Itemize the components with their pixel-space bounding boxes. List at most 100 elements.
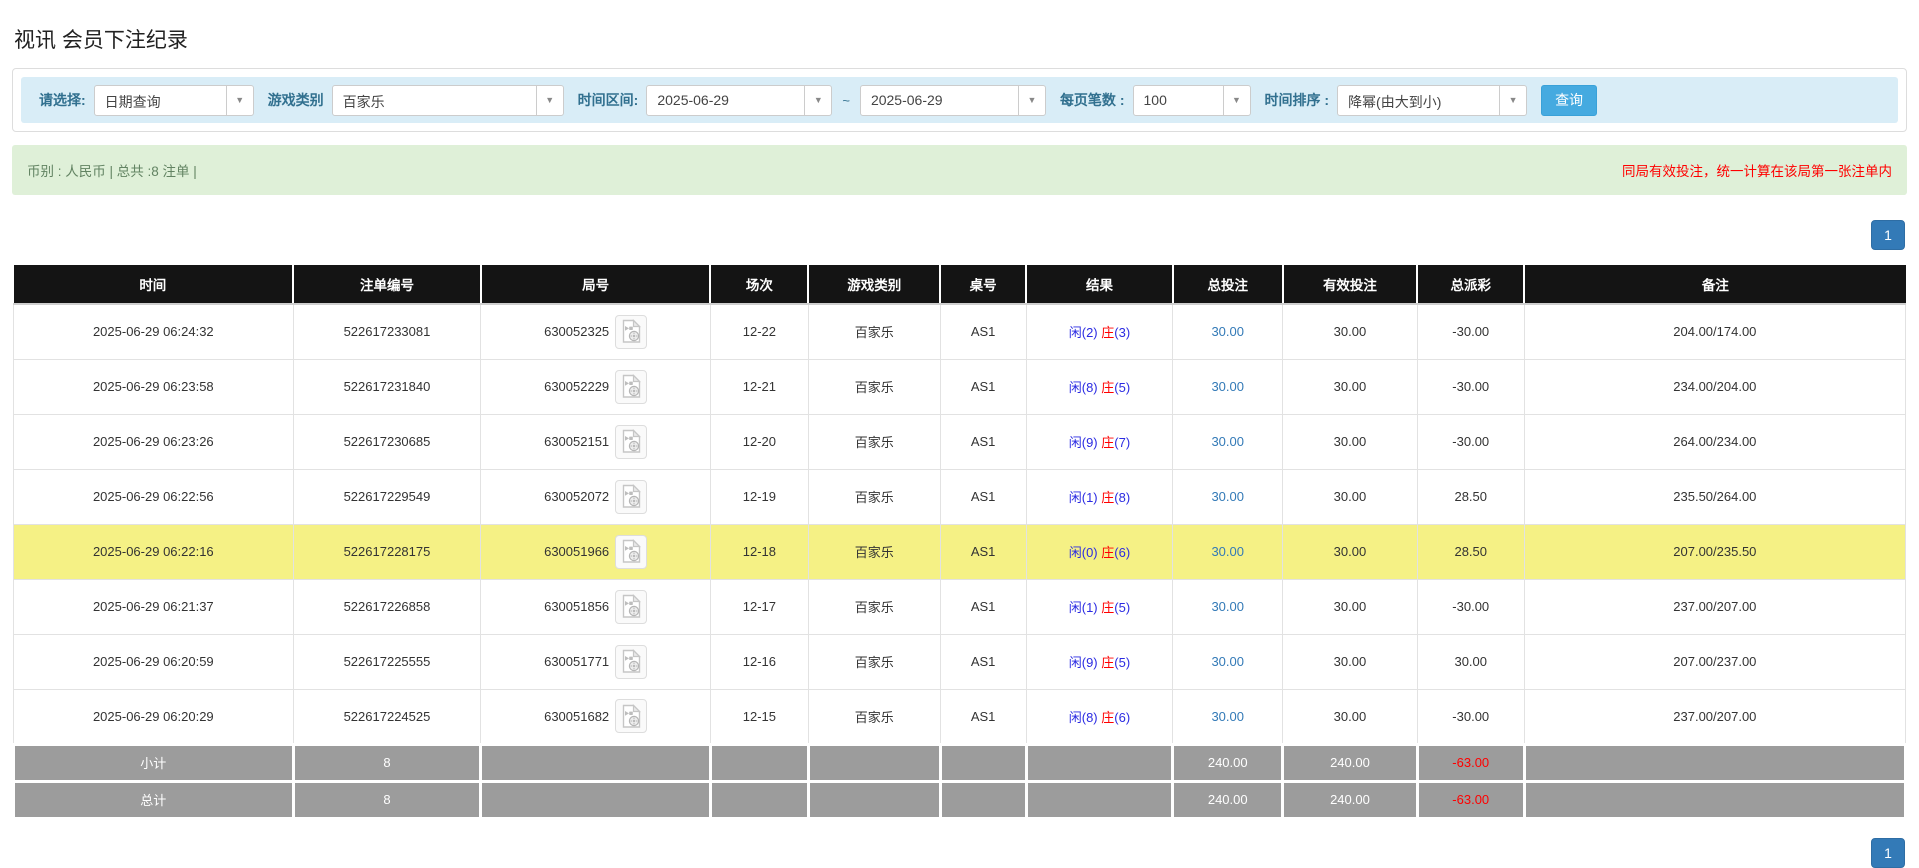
summary-cell: -63.00 — [1415, 742, 1526, 783]
search-button[interactable]: 查询 — [1541, 84, 1598, 116]
video-replay-icon — [622, 539, 642, 563]
game-category-label: 游戏类别 — [267, 92, 324, 108]
video-replay-button[interactable] — [615, 699, 648, 733]
round-number: 630051966 — [544, 544, 610, 559]
table-row: 2025-06-29 06:20:59 522617225555 6300517… — [13, 633, 1907, 690]
cell-bet-id: 522617228175 — [292, 523, 482, 580]
query-type-value: 日期查询 — [104, 93, 161, 110]
column-header: 结果 — [1025, 265, 1173, 305]
total-bet-link[interactable]: 30.00 — [1211, 379, 1244, 394]
summary-cell — [938, 742, 1028, 783]
total-bet-link[interactable]: 30.00 — [1211, 324, 1244, 339]
page-1-button[interactable]: 1 — [1871, 220, 1905, 250]
video-replay-icon — [622, 319, 642, 343]
table-row: 2025-06-29 06:23:26 522617230685 6300521… — [13, 413, 1907, 470]
summary-cell — [806, 779, 942, 820]
cell-result: 闲(8) 庄(6) — [1025, 688, 1174, 745]
video-replay-icon — [622, 703, 642, 728]
query-type-select[interactable]: 日期查询 ▼ — [93, 84, 254, 116]
round-number: 630052229 — [544, 379, 610, 394]
summary-cell — [479, 742, 712, 783]
summary-bar: 币别 : 人民币 | 总共 :8 注单 | 同局有效投注，统一计算在该局第一张注… — [12, 145, 1907, 195]
result-banker-score: (5) — [1114, 655, 1131, 670]
column-header: 有效投注 — [1281, 265, 1418, 305]
column-header: 场次 — [709, 265, 809, 305]
date-to-select[interactable]: 2025-06-29 ▼ — [859, 84, 1046, 116]
summary-cell — [708, 742, 810, 783]
chevron-down-icon[interactable]: ▼ — [225, 85, 253, 115]
pagination-bottom: 1 — [12, 837, 1905, 868]
cell-valid-bet: 30.00 — [1282, 523, 1418, 580]
table-footer: 小计 8 240.00 240.00 -63.00 总计 8 240.00 240.00 -63.… — [12, 742, 1908, 820]
total-bet-link[interactable]: 30.00 — [1211, 654, 1244, 669]
summary-cell — [938, 779, 1028, 820]
total-bet-link[interactable]: 30.00 — [1211, 434, 1244, 449]
result-banker-score: (3) — [1114, 325, 1131, 341]
cell-payout: -30.00 — [1416, 578, 1525, 635]
video-replay-button[interactable] — [615, 424, 648, 459]
result-player: 闲(1) — [1068, 490, 1098, 505]
cell-total-bet: 30.00 — [1172, 633, 1284, 690]
video-replay-button[interactable] — [615, 479, 648, 514]
result-banker: 庄 — [1101, 325, 1115, 341]
cell-session: 12-18 — [709, 523, 809, 580]
cell-session: 12-15 — [709, 688, 809, 745]
cell-payout: -30.00 — [1416, 303, 1525, 360]
video-replay-button[interactable] — [615, 644, 648, 679]
total-bet-link[interactable]: 30.00 — [1211, 599, 1244, 614]
per-page-label: 每页笔数 : — [1059, 92, 1125, 108]
column-header: 总派彩 — [1416, 265, 1525, 305]
cell-result: 闲(0) 庄(6) — [1025, 523, 1174, 580]
cell-payout: -30.00 — [1416, 358, 1525, 415]
cell-round: 630051856 — [480, 578, 711, 635]
time-sort-select[interactable]: 降幂(由大到小) ▼ — [1337, 84, 1528, 116]
table-summary-row: 总计 8 240.00 240.00 -63.00 — [12, 779, 1908, 820]
game-category-select[interactable]: 百家乐 ▼ — [331, 84, 564, 116]
video-replay-icon — [622, 649, 642, 673]
date-from-select[interactable]: 2025-06-29 ▼ — [646, 84, 833, 116]
round-number: 630051856 — [544, 599, 610, 614]
total-bet-link[interactable]: 30.00 — [1211, 709, 1244, 724]
cell-remark: 264.00/234.00 — [1523, 413, 1907, 470]
summary-cell — [1024, 779, 1175, 820]
filter-bar: 请选择: 日期查询 ▼ 游戏类别 百家乐 ▼ 时间区间: 2025-06-29 … — [21, 77, 1898, 123]
summary-cell: 8 — [291, 742, 483, 783]
chevron-down-icon[interactable]: ▼ — [1499, 85, 1526, 115]
video-replay-button[interactable] — [615, 314, 648, 349]
chevron-down-icon[interactable]: ▼ — [1222, 85, 1250, 115]
chevron-down-icon[interactable]: ▼ — [804, 85, 831, 115]
cell-remark: 207.00/235.50 — [1523, 523, 1907, 580]
cell-time: 2025-06-29 06:20:59 — [13, 633, 294, 690]
chevron-down-icon[interactable]: ▼ — [1017, 85, 1045, 115]
per-page-select[interactable]: 100 ▼ — [1132, 84, 1251, 116]
cell-result: 闲(9) 庄(7) — [1025, 413, 1174, 470]
result-banker: 庄 — [1101, 490, 1115, 505]
table-row: 2025-06-29 06:22:16 522617228175 6300519… — [13, 523, 1907, 580]
cell-game: 百家乐 — [807, 358, 941, 415]
cell-round: 630051682 — [480, 688, 711, 745]
cell-valid-bet: 30.00 — [1282, 358, 1418, 415]
video-replay-button[interactable] — [615, 369, 648, 404]
cell-game: 百家乐 — [807, 303, 941, 360]
time-sort-value: 降幂(由大到小) — [1348, 93, 1442, 110]
video-replay-button[interactable] — [615, 534, 648, 569]
chevron-down-icon[interactable]: ▼ — [535, 85, 563, 115]
cell-time: 2025-06-29 06:22:56 — [13, 468, 294, 525]
column-header: 时间 — [13, 265, 294, 305]
summary-cell — [1024, 742, 1175, 783]
cell-total-bet: 30.00 — [1172, 413, 1284, 470]
video-replay-button[interactable] — [615, 589, 648, 624]
result-player: 闲(2) — [1068, 325, 1098, 341]
cell-total-bet: 30.00 — [1172, 303, 1284, 360]
cell-session: 12-20 — [709, 413, 809, 470]
summary-cell: 8 — [291, 779, 483, 820]
result-banker-score: (6) — [1114, 545, 1131, 560]
cell-round: 630052151 — [480, 413, 711, 470]
cell-table: AS1 — [939, 303, 1027, 360]
column-header: 局号 — [479, 265, 711, 305]
total-bet-link[interactable]: 30.00 — [1211, 489, 1244, 504]
cell-round: 630051771 — [480, 633, 711, 690]
pagination-top: 1 — [12, 220, 1905, 250]
total-bet-link[interactable]: 30.00 — [1211, 544, 1244, 559]
page-1-button[interactable]: 1 — [1871, 837, 1905, 868]
